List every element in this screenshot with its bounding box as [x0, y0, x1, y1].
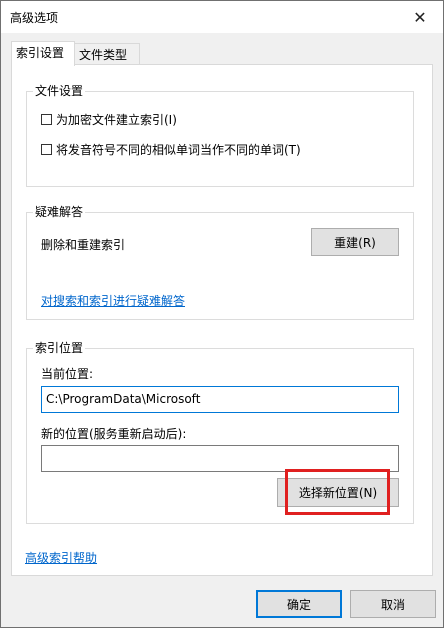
new-location-field[interactable] [41, 445, 399, 472]
encrypted-files-checkbox[interactable] [41, 114, 52, 125]
cancel-button[interactable]: 取消 [350, 590, 436, 618]
close-button[interactable]: ✕ [397, 1, 443, 33]
current-location-label: 当前位置: [41, 367, 94, 381]
diacritics-label: 将发音符号不同的相似单词当作不同的单词(T) [56, 143, 301, 157]
rebuild-button[interactable]: 重建(R) [311, 228, 399, 256]
tab-panel: 文件设置 为加密文件建立索引(I) 将发音符号不同的相似单词当作不同的单词(T)… [11, 64, 433, 576]
advanced-indexing-help-link[interactable]: 高级索引帮助 [25, 549, 97, 566]
index-location-title: 索引位置 [33, 340, 86, 356]
troubleshooting-group: 疑难解答 删除和重建索引 重建(R) 对搜索和索引进行疑难解答 [26, 204, 414, 320]
window-title: 高级选项 [10, 11, 59, 25]
troubleshoot-link[interactable]: 对搜索和索引进行疑难解答 [41, 292, 185, 309]
ok-button[interactable]: 确定 [256, 590, 342, 618]
diacritics-checkbox[interactable] [41, 144, 52, 155]
diacritics-option[interactable]: 将发音符号不同的相似单词当作不同的单词(T) [41, 141, 301, 158]
rebuild-text: 删除和重建索引 [41, 238, 126, 252]
title-bar: 高级选项 ✕ [1, 1, 443, 33]
tab-index-settings[interactable]: 索引设置 [11, 41, 75, 66]
encrypted-files-option[interactable]: 为加密文件建立索引(I) [41, 111, 177, 128]
tab-file-types[interactable]: 文件类型 [74, 43, 140, 65]
index-location-group: 索引位置 当前位置: C:\ProgramData\Microsoft 新的位置… [26, 340, 414, 524]
encrypted-files-label: 为加密文件建立索引(I) [56, 113, 177, 127]
select-new-location-button[interactable]: 选择新位置(N) [277, 478, 399, 507]
new-location-label: 新的位置(服务重新启动后): [41, 427, 187, 441]
file-settings-group: 文件设置 为加密文件建立索引(I) 将发音符号不同的相似单词当作不同的单词(T) [26, 83, 414, 187]
troubleshooting-title: 疑难解答 [33, 204, 86, 220]
current-location-field[interactable]: C:\ProgramData\Microsoft [41, 386, 399, 413]
close-icon: ✕ [413, 7, 427, 27]
file-settings-title: 文件设置 [33, 83, 86, 99]
advanced-options-dialog: 高级选项 ✕ 索引设置 文件类型 文件设置 为加密文件建立索引(I) 将发音符号… [0, 0, 444, 628]
